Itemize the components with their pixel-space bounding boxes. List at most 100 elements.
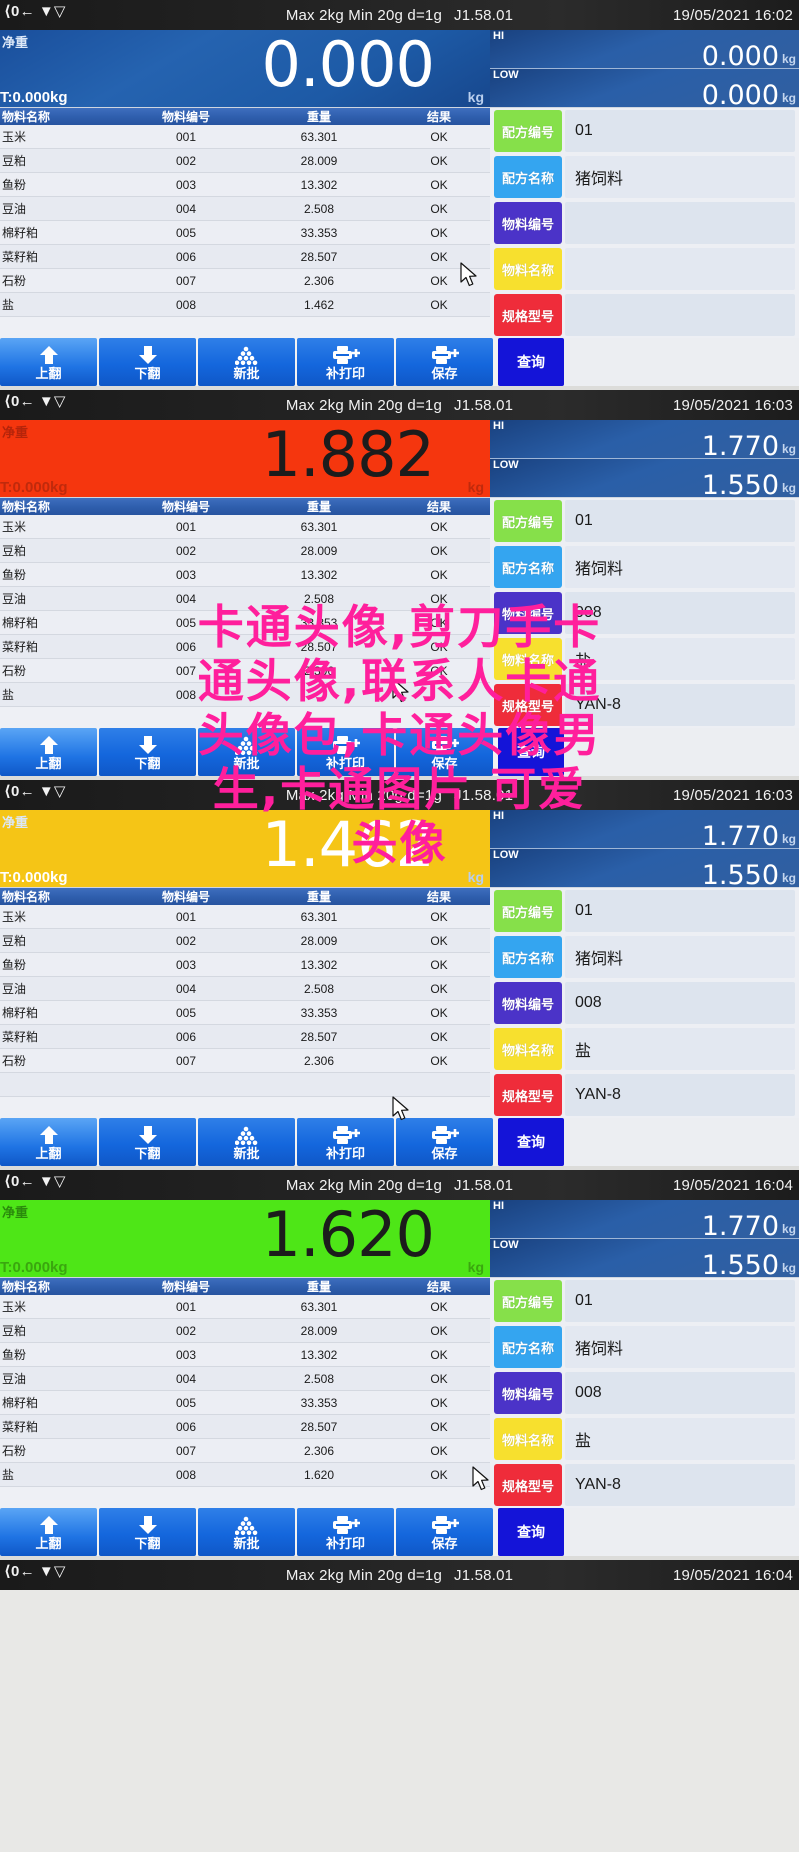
table-row[interactable]: 盐 008 1.620 OK xyxy=(0,1463,490,1487)
table-row[interactable]: 石粉 007 2.306 OK xyxy=(0,269,490,293)
sidebar-value-recipe-code[interactable]: 01 xyxy=(565,110,795,152)
table-row[interactable]: 菜籽粕 006 28.507 OK xyxy=(0,1025,490,1049)
sidebar-value-material-name[interactable]: 盐 xyxy=(565,1028,795,1070)
button-new-batch[interactable]: 新批 xyxy=(198,728,295,776)
table-row[interactable]: 玉米 001 63.301 OK xyxy=(0,905,490,929)
sidebar-tag-material-name[interactable]: 物料名称 xyxy=(494,1028,562,1070)
table-row[interactable]: 石粉 007 2.306 OK xyxy=(0,1049,490,1073)
sidebar-tag-material-code[interactable]: 物料编号 xyxy=(494,592,562,634)
table-row[interactable]: 玉米 001 63.301 OK xyxy=(0,125,490,149)
sidebar-tag-recipe-name[interactable]: 配方名称 xyxy=(494,546,562,588)
sidebar-tag-material-name[interactable]: 物料名称 xyxy=(494,1418,562,1460)
sidebar-tag-recipe-code[interactable]: 配方编号 xyxy=(494,1280,562,1322)
sidebar-tag-spec-model[interactable]: 规格型号 xyxy=(494,1464,562,1506)
cell-material-code: 007 xyxy=(175,1053,197,1068)
sidebar-tag-recipe-name[interactable]: 配方名称 xyxy=(494,1326,562,1368)
sidebar-tag-material-name[interactable]: 物料名称 xyxy=(494,248,562,290)
table-row[interactable]: 盐 008 xyxy=(0,683,490,707)
sidebar-value-recipe-code[interactable]: 01 xyxy=(565,1280,795,1322)
table-row[interactable]: 豆油 004 2.508 OK xyxy=(0,977,490,1001)
button-page-up[interactable]: 上翻 xyxy=(0,1118,97,1166)
sidebar-value-material-code[interactable]: 008 xyxy=(565,982,795,1024)
button-reprint[interactable]: 补打印 xyxy=(297,1118,394,1166)
sidebar-tag-recipe-name[interactable]: 配方名称 xyxy=(494,936,562,978)
table-row[interactable]: 鱼粉 003 13.302 OK xyxy=(0,173,490,197)
tare-value: T:0.000kg xyxy=(0,479,68,496)
button-save[interactable]: 保存 xyxy=(396,1118,493,1166)
table-row[interactable]: 棉籽粕 005 33.353 OK xyxy=(0,611,490,635)
table-row[interactable]: 菜籽粕 006 28.507 OK xyxy=(0,635,490,659)
button-reprint[interactable]: 补打印 xyxy=(297,728,394,776)
table-row[interactable]: 菜籽粕 006 28.507 OK xyxy=(0,245,490,269)
sidebar-value-spec-model[interactable]: YAN-8 xyxy=(565,1074,795,1116)
sidebar-value-recipe-code[interactable]: 01 xyxy=(565,890,795,932)
sidebar-tag-recipe-code[interactable]: 配方编号 xyxy=(494,110,562,152)
sidebar-tag-material-code[interactable]: 物料编号 xyxy=(494,202,562,244)
sidebar-value-material-code[interactable]: 008 xyxy=(565,1372,795,1414)
table-row[interactable]: 鱼粉 003 13.302 OK xyxy=(0,563,490,587)
sidebar-tag-spec-model[interactable]: 规格型号 xyxy=(494,684,562,726)
button-new-batch[interactable]: 新批 xyxy=(198,338,295,386)
button-reprint[interactable]: 补打印 xyxy=(297,1508,394,1556)
sidebar-tag-material-code[interactable]: 物料编号 xyxy=(494,1372,562,1414)
button-query[interactable]: 查询 xyxy=(498,338,564,386)
sidebar-tag-spec-model[interactable]: 规格型号 xyxy=(494,294,562,336)
table-row[interactable]: 豆粕 002 28.009 OK xyxy=(0,929,490,953)
table-row[interactable]: 石粉 007 2.306 OK xyxy=(0,659,490,683)
sidebar-value-material-code[interactable]: 008 xyxy=(565,592,795,634)
table-row[interactable]: 盐 008 1.462 OK xyxy=(0,293,490,317)
sidebar-tag-material-name[interactable]: 物料名称 xyxy=(494,638,562,680)
sidebar-tag-recipe-name[interactable]: 配方名称 xyxy=(494,156,562,198)
printer-plus-icon xyxy=(332,1514,360,1536)
table-row[interactable]: 豆粕 002 28.009 OK xyxy=(0,1319,490,1343)
sidebar-value-spec-model[interactable]: YAN-8 xyxy=(565,684,795,726)
table-row[interactable]: 棉籽粕 005 33.353 OK xyxy=(0,1001,490,1025)
table-row[interactable]: 豆油 004 2.508 OK xyxy=(0,587,490,611)
table-row[interactable]: 棉籽粕 005 33.353 OK xyxy=(0,1391,490,1415)
table-row[interactable] xyxy=(0,1073,490,1097)
sidebar-value-spec-model[interactable]: YAN-8 xyxy=(565,1464,795,1506)
sidebar-value-material-name[interactable] xyxy=(565,248,795,290)
sidebar-value-recipe-name[interactable]: 猪饲料 xyxy=(565,156,795,198)
button-page-up[interactable]: 上翻 xyxy=(0,1508,97,1556)
sidebar-value-material-name[interactable]: 盐 xyxy=(565,638,795,680)
sidebar-value-material-code[interactable] xyxy=(565,202,795,244)
sidebar-value-recipe-name[interactable]: 猪饲料 xyxy=(565,546,795,588)
button-page-down[interactable]: 下翻 xyxy=(99,338,196,386)
table-row[interactable]: 鱼粉 003 13.302 OK xyxy=(0,1343,490,1367)
button-query[interactable]: 查询 xyxy=(498,1508,564,1556)
table-row[interactable]: 鱼粉 003 13.302 OK xyxy=(0,953,490,977)
table-row[interactable]: 豆粕 002 28.009 OK xyxy=(0,539,490,563)
sidebar-value-recipe-name[interactable]: 猪饲料 xyxy=(565,1326,795,1368)
sidebar-tag-recipe-code[interactable]: 配方编号 xyxy=(494,890,562,932)
sidebar-tag-recipe-code[interactable]: 配方编号 xyxy=(494,500,562,542)
table-row[interactable]: 菜籽粕 006 28.507 OK xyxy=(0,1415,490,1439)
sidebar-value-spec-model[interactable] xyxy=(565,294,795,336)
button-new-batch[interactable]: 新批 xyxy=(198,1508,295,1556)
hi-limit-unit: kg xyxy=(781,442,796,456)
button-page-up[interactable]: 上翻 xyxy=(0,338,97,386)
table-row[interactable]: 棉籽粕 005 33.353 OK xyxy=(0,221,490,245)
table-row[interactable]: 豆粕 002 28.009 OK xyxy=(0,149,490,173)
sidebar-value-material-name[interactable]: 盐 xyxy=(565,1418,795,1460)
table-row[interactable]: 玉米 001 63.301 OK xyxy=(0,515,490,539)
button-query[interactable]: 查询 xyxy=(498,728,564,776)
sidebar-tag-material-code[interactable]: 物料编号 xyxy=(494,982,562,1024)
table-row[interactable]: 玉米 001 63.301 OK xyxy=(0,1295,490,1319)
button-save[interactable]: 保存 xyxy=(396,1508,493,1556)
table-row[interactable]: 豆油 004 2.508 OK xyxy=(0,197,490,221)
table-row[interactable]: 石粉 007 2.306 OK xyxy=(0,1439,490,1463)
table-row[interactable]: 豆油 004 2.508 OK xyxy=(0,1367,490,1391)
button-query[interactable]: 查询 xyxy=(498,1118,564,1166)
sidebar-value-recipe-code[interactable]: 01 xyxy=(565,500,795,542)
button-page-down[interactable]: 下翻 xyxy=(99,728,196,776)
sidebar-value-recipe-name[interactable]: 猪饲料 xyxy=(565,936,795,978)
button-page-down[interactable]: 下翻 xyxy=(99,1508,196,1556)
button-page-down[interactable]: 下翻 xyxy=(99,1118,196,1166)
button-page-up[interactable]: 上翻 xyxy=(0,728,97,776)
button-new-batch[interactable]: 新批 xyxy=(198,1118,295,1166)
button-save[interactable]: 保存 xyxy=(396,338,493,386)
button-save[interactable]: 保存 xyxy=(396,728,493,776)
button-reprint[interactable]: 补打印 xyxy=(297,338,394,386)
sidebar-tag-spec-model[interactable]: 规格型号 xyxy=(494,1074,562,1116)
